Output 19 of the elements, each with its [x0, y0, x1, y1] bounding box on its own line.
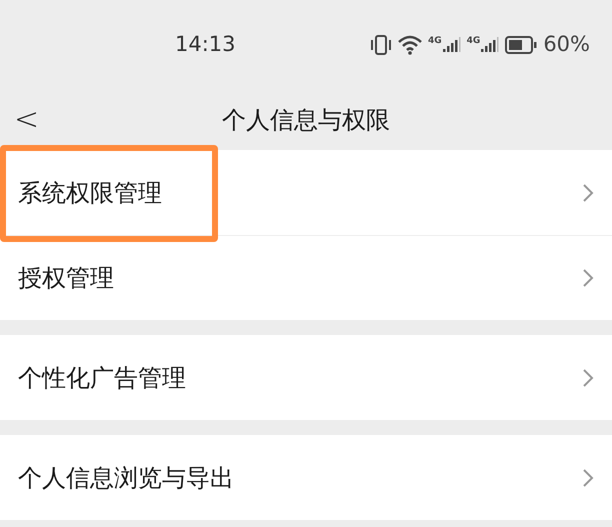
settings-row[interactable]: 系统权限管理 — [0, 150, 612, 235]
battery-icon — [505, 36, 538, 54]
chevron-right-icon — [582, 468, 594, 488]
chevron-right-icon — [582, 268, 594, 288]
settings-row[interactable]: 个人信息浏览与导出 — [0, 435, 612, 520]
chevron-right-icon — [582, 182, 594, 202]
row-label: 个性化广告管理 — [18, 362, 187, 394]
row-label: 个人信息浏览与导出 — [18, 462, 235, 494]
wifi-icon — [398, 35, 422, 55]
page-title: 个人信息与权限 — [222, 105, 390, 136]
chevron-right-icon — [582, 368, 594, 388]
settings-row[interactable]: 个性化广告管理 — [0, 335, 612, 420]
back-button[interactable]: < — [14, 105, 40, 135]
battery-percent: 60% — [543, 31, 590, 58]
row-label: 授权管理 — [18, 263, 115, 294]
settings-row[interactable]: 授权管理 — [0, 235, 612, 320]
row-label: 系统权限管理 — [18, 178, 163, 208]
vibrate-icon — [370, 34, 392, 56]
status-time: 14:13 — [175, 31, 236, 58]
